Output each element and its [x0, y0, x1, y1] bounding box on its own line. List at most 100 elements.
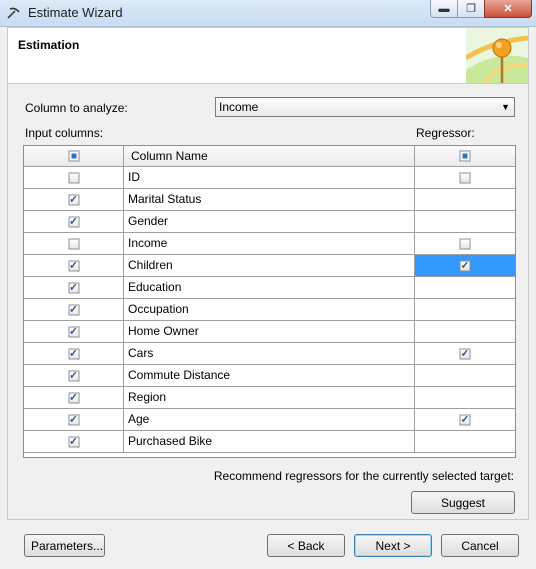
minimize-button[interactable]: ▬ — [430, 0, 458, 18]
table-row[interactable]: ✓ Home Owner — [24, 321, 515, 343]
input-cell: ✓ — [24, 277, 124, 298]
column-to-analyze-select[interactable]: Income ▼ — [215, 97, 515, 117]
select-all-input-checkbox[interactable] — [68, 150, 79, 162]
input-cell: ✓ — [24, 365, 124, 386]
table-row[interactable]: Income — [24, 233, 515, 255]
column-name-cell: Home Owner — [124, 321, 415, 342]
input-checkbox[interactable]: ✓ — [68, 326, 79, 337]
page-title: Estimation — [18, 38, 80, 52]
column-to-analyze-label: Column to analyze: — [25, 101, 128, 115]
regressor-cell[interactable] — [415, 387, 515, 408]
back-button[interactable]: < Back — [267, 534, 345, 557]
table-row[interactable]: ✓ Children ✓ — [24, 255, 515, 277]
input-checkbox[interactable]: ✓ — [68, 392, 79, 403]
dropdown-arrow-icon: ▼ — [501, 102, 510, 112]
regressor-checkbox[interactable] — [459, 172, 471, 183]
checkmark-icon: ✓ — [69, 260, 78, 271]
maximize-button[interactable]: ❐ — [457, 0, 485, 18]
close-button[interactable]: ✕ — [484, 0, 532, 18]
header-input-cell — [24, 146, 124, 166]
input-cell — [24, 167, 124, 188]
table-row[interactable]: ✓ Gender — [24, 211, 515, 233]
header-regressor-cell — [415, 146, 515, 166]
grid-header-row: Column Name — [24, 146, 515, 167]
checkmark-icon: ✓ — [69, 348, 78, 359]
input-checkbox[interactable]: ✓ — [68, 216, 79, 227]
parameters-button[interactable]: Parameters... — [24, 534, 105, 557]
table-row[interactable]: ✓ Cars ✓ — [24, 343, 515, 365]
table-row[interactable]: ✓ Purchased Bike — [24, 431, 515, 453]
restore-icon: ❐ — [466, 3, 476, 15]
checkmark-icon: ✓ — [69, 304, 78, 315]
regressor-cell[interactable] — [415, 277, 515, 298]
checkmark-icon: ✓ — [69, 282, 78, 293]
regressor-cell[interactable]: ✓ — [415, 255, 515, 276]
regressor-checkbox[interactable]: ✓ — [459, 414, 471, 425]
input-checkbox[interactable]: ✓ — [68, 348, 79, 359]
table-row[interactable]: ID — [24, 167, 515, 189]
input-cell: ✓ — [24, 343, 124, 364]
regressor-checkbox[interactable]: ✓ — [459, 348, 471, 359]
table-row[interactable]: ✓ Region — [24, 387, 515, 409]
regressor-cell[interactable]: ✓ — [415, 343, 515, 364]
input-checkbox[interactable]: ✓ — [68, 436, 79, 447]
table-row[interactable]: ✓ Education — [24, 277, 515, 299]
table-row[interactable]: ✓ Occupation — [24, 299, 515, 321]
regressor-checkbox[interactable]: ✓ — [459, 260, 471, 271]
input-cell: ✓ — [24, 321, 124, 342]
column-name-cell: Cars — [124, 343, 415, 364]
regressor-cell[interactable]: ✓ — [415, 409, 515, 430]
input-checkbox[interactable]: ✓ — [68, 370, 79, 381]
regressor-cell[interactable] — [415, 233, 515, 254]
checkmark-icon: ✓ — [69, 370, 78, 381]
regressor-cell[interactable] — [415, 365, 515, 386]
minimize-icon: ▬ — [438, 2, 450, 15]
table-row[interactable]: ✓ Commute Distance — [24, 365, 515, 387]
regressor-cell[interactable] — [415, 431, 515, 452]
columns-grid[interactable]: Column Name ID ✓ Marital Status ✓ Gender Inco… — [23, 145, 516, 458]
input-cell: ✓ — [24, 211, 124, 232]
input-checkbox[interactable]: ✓ — [68, 414, 79, 425]
checkmark-icon: ✓ — [69, 326, 78, 337]
regressor-cell[interactable] — [415, 299, 515, 320]
table-row[interactable]: ✓ Age ✓ — [24, 409, 515, 431]
column-name-cell: Region — [124, 387, 415, 408]
regressor-cell[interactable] — [415, 189, 515, 210]
input-checkbox[interactable]: ✓ — [68, 194, 79, 205]
checkmark-icon: ✓ — [460, 348, 470, 359]
next-button[interactable]: Next > — [354, 534, 432, 557]
input-cell: ✓ — [24, 387, 124, 408]
input-cell: ✓ — [24, 431, 124, 452]
select-all-regressor-checkbox[interactable] — [459, 150, 471, 162]
input-cell: ✓ — [24, 255, 124, 276]
column-name-cell: Occupation — [124, 299, 415, 320]
input-checkbox[interactable]: ✓ — [68, 282, 79, 293]
regressor-cell[interactable] — [415, 211, 515, 232]
regressor-checkbox[interactable] — [459, 238, 471, 249]
input-checkbox[interactable] — [68, 238, 79, 249]
checkmark-icon: ✓ — [69, 216, 78, 227]
title-bar[interactable]: Estimate Wizard ▬ ❐ ✕ — [0, 0, 536, 27]
recommend-text: Recommend regressors for the currently s… — [213, 469, 514, 483]
input-cell: ✓ — [24, 409, 124, 430]
table-row[interactable]: ✓ Marital Status — [24, 189, 515, 211]
input-checkbox[interactable] — [68, 172, 79, 183]
input-cell: ✓ — [24, 189, 124, 210]
input-columns-label: Input columns: — [25, 126, 104, 140]
checkmark-icon: ✓ — [69, 436, 78, 447]
column-name-header: Column Name — [124, 146, 415, 166]
regressor-label: Regressor: — [416, 126, 475, 140]
checkmark-icon: ✓ — [460, 414, 470, 425]
checkmark-icon: ✓ — [460, 260, 470, 271]
input-checkbox[interactable]: ✓ — [68, 260, 79, 271]
column-name-cell: Education — [124, 277, 415, 298]
column-name-cell: Income — [124, 233, 415, 254]
regressor-cell[interactable] — [415, 167, 515, 188]
regressor-cell[interactable] — [415, 321, 515, 342]
column-to-analyze-value: Income — [219, 100, 259, 114]
suggest-button[interactable]: Suggest — [411, 491, 515, 514]
column-name-cell: Marital Status — [124, 189, 415, 210]
cancel-button[interactable]: Cancel — [441, 534, 519, 557]
input-checkbox[interactable]: ✓ — [68, 304, 79, 315]
window-title: Estimate Wizard — [28, 5, 123, 20]
